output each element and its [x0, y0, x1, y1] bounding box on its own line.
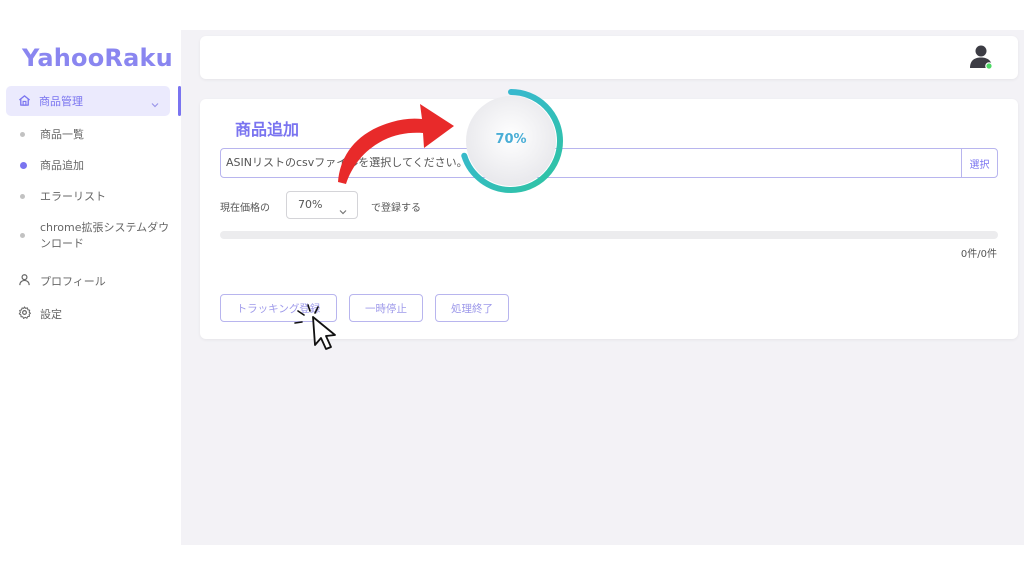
sidebar-item-settings[interactable]: 設定	[18, 306, 62, 322]
bullet-icon	[20, 132, 25, 137]
pause-button[interactable]: 一時停止	[349, 294, 423, 322]
avatar[interactable]	[969, 44, 993, 70]
sidebar-item-label: プロフィール	[40, 275, 106, 288]
user-avatar-icon	[970, 45, 993, 70]
sidebar-item-label: 商品追加	[40, 159, 84, 172]
sidebar-item-label: 商品一覧	[40, 128, 84, 141]
bullet-icon	[20, 194, 25, 199]
sidebar-group-label: 商品管理	[39, 95, 83, 108]
bullet-icon	[20, 162, 27, 169]
select-value: 70%	[298, 198, 323, 211]
gear-icon	[18, 306, 31, 322]
red-arrow-icon	[338, 104, 454, 184]
sidebar-item-add-product[interactable]: 商品追加	[20, 158, 84, 174]
register-label: で登録する	[371, 203, 421, 214]
sidebar-item-chrome-download[interactable]: chrome拡張システムダウンロード	[20, 220, 170, 252]
page-title: 商品追加	[235, 120, 300, 139]
bullet-icon	[20, 233, 25, 238]
user-icon	[18, 273, 31, 289]
chevron-down-icon	[150, 95, 160, 114]
sidebar-group-product-management[interactable]: 商品管理	[6, 86, 170, 116]
home-icon	[18, 92, 31, 111]
click-cursor-icon	[294, 304, 336, 350]
header-bar	[200, 36, 1018, 79]
sidebar-item-label: chrome拡張システムダウンロード	[40, 221, 170, 250]
sidebar: YahooRaku 商品管理 商品一覧 商品追加 エラーリスト chrome拡張…	[0, 0, 181, 545]
price-percent-select[interactable]: 70%	[286, 191, 358, 219]
sidebar-item-error-list[interactable]: エラーリスト	[20, 189, 106, 205]
sidebar-item-product-list[interactable]: 商品一覧	[20, 127, 84, 143]
price-label: 現在価格の	[220, 203, 270, 214]
app-logo: YahooRaku	[22, 44, 173, 72]
progress-bar	[220, 231, 998, 239]
select-file-button[interactable]: 選択	[961, 148, 998, 178]
sidebar-item-label: 設定	[40, 308, 62, 321]
finish-button[interactable]: 処理終了	[435, 294, 509, 322]
sidebar-item-profile[interactable]: プロフィール	[18, 273, 106, 289]
sidebar-item-label: エラーリスト	[40, 190, 106, 203]
progress-count: 0件/0件	[960, 249, 997, 260]
chevron-down-icon	[338, 201, 348, 227]
progress-ring-label: 70%	[495, 132, 527, 147]
